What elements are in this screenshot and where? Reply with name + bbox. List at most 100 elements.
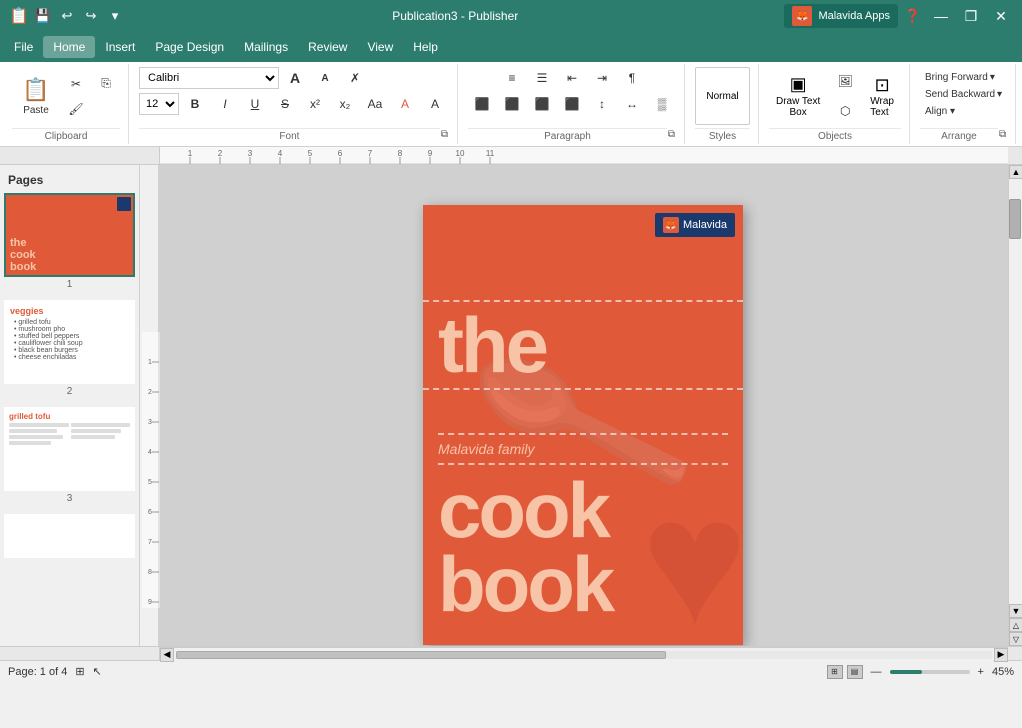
paragraph-content: ≡ ☰ ⇤ ⇥ ¶ ⬛ ⬛ ⬛ ⬛ ↕ ↔ ▒	[468, 66, 676, 126]
wrap-text-button[interactable]: ⊡ WrapText	[863, 72, 901, 121]
scroll-up-button[interactable]: ▲	[1009, 165, 1022, 179]
change-case-button[interactable]: Aa	[361, 92, 389, 116]
paste-button[interactable]: 📋 Paste	[12, 67, 60, 125]
svg-text:6: 6	[338, 149, 343, 158]
underline-button[interactable]: U	[241, 92, 269, 116]
app-icon-button[interactable]: 📋	[8, 5, 30, 27]
minimize-button[interactable]: —	[928, 6, 954, 26]
copy-button[interactable]: ⎘	[92, 72, 120, 96]
page-1-corner	[117, 197, 131, 211]
send-backward-label: Send Backward	[925, 89, 995, 100]
align-right-button[interactable]: ⬛	[528, 92, 556, 116]
italic-button[interactable]: I	[211, 92, 239, 116]
arrange-launcher[interactable]: ⧉	[998, 128, 1007, 141]
menu-bar: File Home Insert Page Design Mailings Re…	[0, 32, 1022, 62]
align-center-button[interactable]: ⬛	[498, 92, 526, 116]
text-direction-button[interactable]: ↔	[618, 92, 646, 116]
zoom-plus-button[interactable]: +	[978, 666, 984, 678]
view-normal-button[interactable]: ⊞	[827, 665, 843, 679]
cookbook-page: 🥄 ♥ 🦊 Malavida the Malavida family cook …	[423, 205, 743, 645]
shading-button[interactable]: ▒	[648, 92, 676, 116]
clear-formatting-button[interactable]: ✗	[341, 66, 369, 90]
picture-button[interactable]: 🖼	[831, 67, 859, 95]
page-1-inner: thecookbook	[4, 193, 135, 277]
view-icon[interactable]: ⊞	[75, 665, 84, 678]
bold-button[interactable]: B	[181, 92, 209, 116]
quick-access-toolbar: 📋 💾 ↩ ↪ ▾	[8, 5, 126, 27]
font-size-select[interactable]: 12	[139, 93, 179, 115]
zoom-slider[interactable]	[890, 670, 970, 674]
font-size-decrease[interactable]: A	[311, 66, 339, 90]
subscript-button[interactable]: x₂	[331, 92, 359, 116]
ribbon-group-font: Calibri A A ✗ 12 B I U S x² x₂ Aa	[131, 64, 458, 144]
svg-text:7: 7	[368, 149, 373, 158]
bring-forward-label: Bring Forward	[925, 72, 988, 83]
menu-home[interactable]: Home	[43, 36, 95, 58]
cut-button[interactable]: ✂	[62, 72, 90, 96]
indent-less-button[interactable]: ⇤	[558, 66, 586, 90]
indent-more-button[interactable]: ⇥	[588, 66, 616, 90]
styles-preview[interactable]: Normal	[695, 67, 750, 125]
page-thumb-4[interactable]	[4, 514, 135, 558]
scroll-section-down[interactable]: ▽	[1009, 632, 1022, 646]
redo-button[interactable]: ↪	[80, 5, 102, 27]
strikethrough-button[interactable]: S	[271, 92, 299, 116]
justify-button[interactable]: ⬛	[558, 92, 586, 116]
scroll-right-button[interactable]: ▶	[994, 648, 1008, 662]
shapes-button[interactable]: ⬡	[831, 97, 859, 125]
menu-file[interactable]: File	[4, 36, 43, 58]
page-thumb-3[interactable]: grilled tofu	[4, 407, 135, 506]
save-button[interactable]: 💾	[32, 5, 54, 27]
menu-insert[interactable]: Insert	[95, 36, 145, 58]
align-left-button[interactable]: ⬛	[468, 92, 496, 116]
clipboard-content: 📋 Paste ✂ ⎘ 🖌	[12, 66, 120, 126]
undo-button[interactable]: ↩	[56, 5, 78, 27]
menu-mailings[interactable]: Mailings	[234, 36, 298, 58]
page-2-item-6: • cheese enchiladas	[10, 354, 129, 361]
send-backward-button[interactable]: Send Backward ▾	[920, 87, 1007, 102]
font-size-increase[interactable]: A	[281, 66, 309, 90]
title-the-section: the	[423, 300, 743, 390]
bring-forward-button[interactable]: Bring Forward ▾	[920, 70, 1000, 85]
show-marks-button[interactable]: ¶	[618, 66, 646, 90]
bullets-button[interactable]: ≡	[498, 66, 526, 90]
restore-button[interactable]: ❐	[958, 6, 984, 26]
page-3-col-1	[9, 423, 69, 447]
canvas-area[interactable]: 🥄 ♥ 🦊 Malavida the Malavida family cook …	[158, 165, 1008, 646]
font-launcher[interactable]: ⧉	[440, 128, 449, 141]
draw-text-box-button[interactable]: ▣ Draw TextBox	[769, 69, 827, 123]
title-bar: 📋 💾 ↩ ↪ ▾ Publication3 - Publisher 🦊 Mal…	[0, 0, 1022, 32]
scroll-h-track[interactable]	[176, 651, 992, 659]
superscript-button[interactable]: x²	[301, 92, 329, 116]
menu-help[interactable]: Help	[403, 36, 448, 58]
page-thumb-2[interactable]: veggies • grilled tofu • mushroom pho • …	[4, 300, 135, 399]
page-thumb-1[interactable]: thecookbook 1	[4, 193, 135, 292]
align-button[interactable]: Align ▾	[920, 104, 960, 119]
paragraph-launcher[interactable]: ⧉	[667, 128, 676, 141]
menu-review[interactable]: Review	[298, 36, 357, 58]
view-layout-button[interactable]: ▤	[847, 665, 863, 679]
svg-text:9: 9	[148, 599, 152, 606]
line-spacing-button[interactable]: ↕	[588, 92, 616, 116]
quick-access-dropdown[interactable]: ▾	[104, 5, 126, 27]
scroll-left-button[interactable]: ◀	[160, 648, 174, 662]
ribbon-group-arrange: Bring Forward ▾ Send Backward ▾ Align ▾ …	[912, 64, 1016, 144]
format-painter-button[interactable]: 🖌	[62, 97, 90, 121]
text-highlight-button[interactable]: A	[391, 92, 419, 116]
scroll-down-button[interactable]: ▼	[1009, 604, 1022, 618]
send-backward-dropdown: ▾	[997, 89, 1002, 100]
page-1-text: thecookbook	[6, 235, 133, 275]
scroll-v-thumb[interactable]	[1009, 199, 1021, 239]
scroll-section-up[interactable]: △	[1009, 618, 1022, 632]
font-color-button[interactable]: A	[421, 92, 449, 116]
numbering-button[interactable]: ☰	[528, 66, 556, 90]
page-3-line-3	[9, 435, 63, 439]
menu-view[interactable]: View	[357, 36, 403, 58]
scroll-v-track[interactable]	[1009, 179, 1022, 604]
menu-page-design[interactable]: Page Design	[145, 36, 234, 58]
close-button[interactable]: ✕	[988, 6, 1014, 26]
font-family-select[interactable]: Calibri	[139, 67, 279, 89]
help-button[interactable]: ❓	[902, 5, 924, 27]
zoom-minus-button[interactable]: —	[871, 666, 882, 678]
scroll-h-thumb[interactable]	[176, 651, 666, 659]
